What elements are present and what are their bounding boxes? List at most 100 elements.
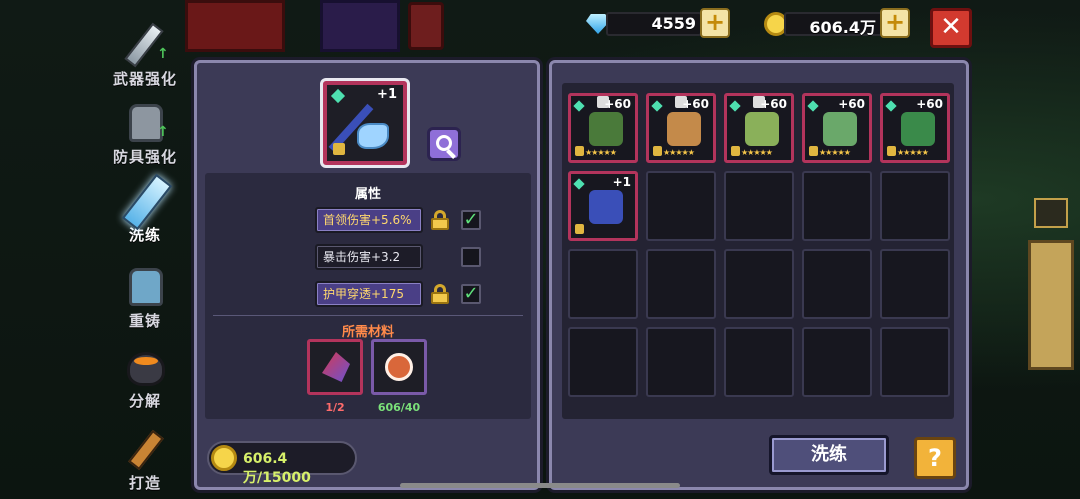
- gem-marker-icon: [573, 100, 585, 112]
- inventory-slot[interactable]: [880, 327, 950, 397]
- skull-pet-icon: [667, 112, 701, 146]
- gold-cost-text: 606.4万/15000: [243, 451, 311, 486]
- gold-counter: 606.4万 +: [764, 8, 910, 38]
- attributes-section: 属性 首领伤害+5.6% ✓ 暴击伤害+3.2 护甲穿透+175 ✓ 所需材料 …: [205, 173, 531, 419]
- inventory-slot[interactable]: [880, 249, 950, 319]
- ice-staff-icon: [589, 190, 623, 224]
- inventory-slot[interactable]: +60 ★★★★★: [646, 93, 716, 163]
- inventory-slot[interactable]: [646, 249, 716, 319]
- star-rating: ★★★★★: [585, 148, 617, 157]
- cauldron-icon: [119, 344, 171, 388]
- sidebar-item-label: 重铸: [128, 312, 161, 330]
- hammer-icon: [119, 426, 171, 471]
- sidebar-item-decompose[interactable]: 分解: [100, 344, 190, 416]
- forge-sidebar: ↑ 武器强化 ↑ 防具强化 洗练 重铸 分解 打造: [100, 8, 190, 499]
- background-rug: [185, 0, 285, 52]
- rune-stone-icon: [385, 353, 413, 381]
- background-throne: [408, 2, 444, 50]
- armor-upgrade-icon: ↑: [119, 100, 171, 144]
- add-gold-button[interactable]: +: [880, 8, 910, 38]
- blade-weapon-icon: [823, 112, 857, 146]
- sidebar-item-reforge[interactable]: 重铸: [100, 264, 190, 336]
- lock-icon: [575, 224, 584, 234]
- item-level: +60: [682, 97, 709, 111]
- material-count-rune: 606/40: [377, 401, 421, 414]
- inventory-slot[interactable]: +60 ★★★★★: [802, 93, 872, 163]
- tree-weapon-icon: [901, 112, 935, 146]
- inventory-slot[interactable]: [802, 249, 872, 319]
- inventory-slot[interactable]: +60 ★★★★★: [568, 93, 638, 163]
- plant-weapon-icon: [745, 112, 779, 146]
- inventory-slot[interactable]: [724, 171, 794, 241]
- sidebar-item-craft[interactable]: 打造: [100, 426, 190, 498]
- inventory-slot[interactable]: +60 ★★★★★: [724, 93, 794, 163]
- pistol-weapon-icon: [589, 112, 623, 146]
- gem-counter: 4559 +: [586, 8, 730, 38]
- inventory-grid: +60 ★★★★★ +60 ★★★★★ +60 ★★★★★ +60 ★★★★★ +60 ★★★★★…: [562, 83, 954, 419]
- refine-panel: +1 属性 首领伤害+5.6% ✓ 暴击伤害+3.2 护甲穿透+175 ✓ 所需…: [194, 60, 540, 490]
- sidebar-item-label: 防具强化: [112, 148, 177, 166]
- inventory-slot[interactable]: [568, 327, 638, 397]
- star-rating: ★★★★★: [663, 148, 695, 157]
- refine-button[interactable]: 洗练: [769, 435, 889, 475]
- background-carpet: [320, 0, 400, 52]
- lock-icon[interactable]: [431, 284, 449, 304]
- divider: [213, 315, 523, 316]
- lock-icon: [731, 146, 740, 156]
- selected-weapon-slot[interactable]: +1: [323, 81, 407, 165]
- item-level: +60: [916, 97, 943, 111]
- gold-cost: 606.4万/15000: [207, 441, 357, 486]
- sidebar-item-label: 分解: [128, 392, 161, 410]
- inventory-slot[interactable]: [802, 171, 872, 241]
- inspect-button[interactable]: [427, 127, 461, 161]
- star-rating: ★★★★★: [741, 148, 773, 157]
- statue-banner: [1034, 198, 1068, 228]
- inventory-slot[interactable]: [802, 327, 872, 397]
- inventory-slot[interactable]: [880, 171, 950, 241]
- crystal-shard-icon: [322, 352, 350, 382]
- sidebar-item-label: 打造: [128, 474, 161, 492]
- gem-marker-icon: [330, 88, 346, 104]
- material-count-shard: 1/2: [325, 401, 345, 414]
- gem-marker-icon: [807, 100, 819, 112]
- lock-icon: [653, 146, 662, 156]
- gold-amount: 606.4万: [809, 18, 876, 37]
- close-button[interactable]: ✕: [930, 8, 972, 48]
- item-level: +60: [604, 97, 631, 111]
- lock-icon: [575, 146, 584, 156]
- inventory-panel: +60 ★★★★★ +60 ★★★★★ +60 ★★★★★ +60 ★★★★★ +60 ★★★★★…: [549, 60, 969, 490]
- lock-icon: [887, 146, 896, 156]
- background-statue: [1028, 240, 1074, 370]
- attribute-lock-checkbox[interactable]: ✓: [461, 284, 481, 304]
- home-indicator[interactable]: [400, 483, 680, 488]
- attribute-lock-checkbox[interactable]: ✓: [461, 210, 481, 230]
- lock-icon: [333, 143, 345, 155]
- lock-icon[interactable]: [431, 210, 449, 230]
- sidebar-item-armor-upgrade[interactable]: ↑ 防具强化: [100, 100, 190, 172]
- sword-upgrade-icon: ↑: [119, 22, 171, 68]
- gem-marker-icon: [885, 100, 897, 112]
- help-button[interactable]: ?: [914, 437, 956, 479]
- add-gems-button[interactable]: +: [700, 8, 730, 38]
- inventory-slot[interactable]: [724, 249, 794, 319]
- attributes-title: 属性: [354, 187, 381, 202]
- sidebar-item-weapon-upgrade[interactable]: ↑ 武器强化: [100, 22, 190, 94]
- inventory-slot[interactable]: +60 ★★★★★: [880, 93, 950, 163]
- gem-marker-icon: [573, 178, 585, 190]
- attribute-crit-damage: 暴击伤害+3.2: [315, 244, 423, 270]
- star-rating: ★★★★★: [897, 148, 929, 157]
- magnifier-icon: [436, 135, 452, 151]
- attribute-lock-checkbox[interactable]: [461, 247, 481, 267]
- materials-title: 所需材料: [341, 325, 394, 340]
- inventory-slot[interactable]: [724, 327, 794, 397]
- material-slot-shard[interactable]: [307, 339, 363, 395]
- inventory-slot[interactable]: +1: [568, 171, 638, 241]
- inventory-slot[interactable]: [646, 327, 716, 397]
- material-slot-rune[interactable]: [371, 339, 427, 395]
- sidebar-item-refine[interactable]: 洗练: [100, 173, 190, 250]
- inventory-slot[interactable]: [646, 171, 716, 241]
- gem-amount: 4559: [651, 14, 696, 33]
- gem-marker-icon: [651, 100, 663, 112]
- weapon-level: +1: [377, 87, 397, 102]
- inventory-slot[interactable]: [568, 249, 638, 319]
